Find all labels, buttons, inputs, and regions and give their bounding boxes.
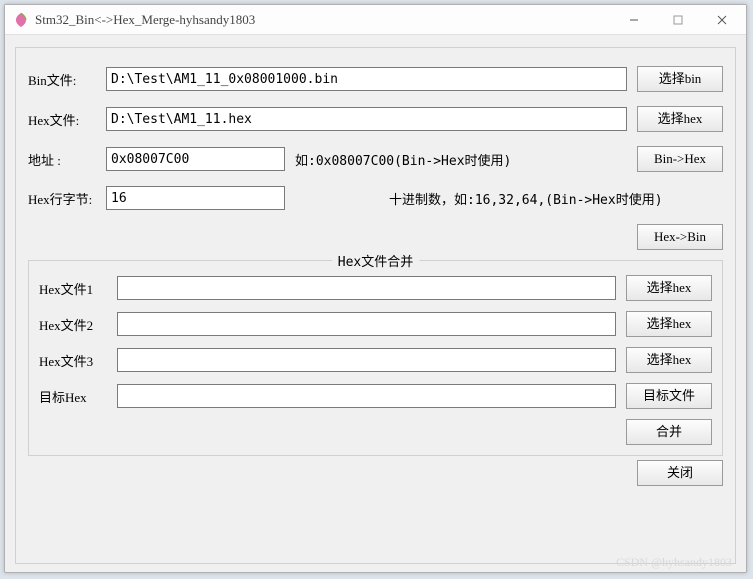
bin-to-hex-button[interactable]: Bin->Hex — [637, 146, 723, 172]
address-label: 地址 : — [28, 150, 106, 169]
target-hex-label: 目标Hex — [39, 387, 117, 406]
group-title: Hex文件合并 — [332, 251, 419, 270]
titlebar: Stm32_Bin<->Hex_Merge-hyhsandy1803 — [5, 5, 746, 35]
hex-to-bin-button[interactable]: Hex->Bin — [637, 224, 723, 250]
hex-file-input[interactable] — [106, 107, 627, 131]
app-icon — [13, 12, 29, 28]
window-controls — [612, 6, 744, 34]
hex-file-label: Hex文件: — [28, 110, 106, 129]
select-hex-button[interactable]: 选择hex — [637, 106, 723, 132]
row-bytes-hint: 十进制数，如:16,32,64,(Bin->Hex时使用) — [389, 189, 663, 208]
close-button[interactable] — [700, 6, 744, 34]
select-bin-button[interactable]: 选择bin — [637, 66, 723, 92]
target-file-button[interactable]: 目标文件 — [626, 383, 712, 409]
merge-button[interactable]: 合并 — [626, 419, 712, 445]
hex-merge-group: Hex文件合并 Hex文件1 选择hex Hex文件2 选择hex Hex文件3… — [28, 260, 723, 456]
minimize-button[interactable] — [612, 6, 656, 34]
hex-file2-label: Hex文件2 — [39, 315, 117, 334]
select-hex2-button[interactable]: 选择hex — [626, 311, 712, 337]
app-window: Stm32_Bin<->Hex_Merge-hyhsandy1803 Bin文件… — [4, 4, 747, 573]
content-panel: Bin文件: 选择bin Hex文件: 选择hex 地址 : 如:0x08007… — [15, 47, 736, 564]
hex-file1-label: Hex文件1 — [39, 279, 117, 298]
hex-file1-input[interactable] — [117, 276, 616, 300]
row-bytes-label: Hex行字节: — [28, 189, 106, 208]
hex-file3-label: Hex文件3 — [39, 351, 117, 370]
address-hint: 如:0x08007C00(Bin->Hex时使用) — [295, 150, 511, 169]
hex-file2-input[interactable] — [117, 312, 616, 336]
select-hex1-button[interactable]: 选择hex — [626, 275, 712, 301]
target-hex-input[interactable] — [117, 384, 616, 408]
row-bytes-input[interactable] — [106, 186, 285, 210]
bin-file-input[interactable] — [106, 67, 627, 91]
select-hex3-button[interactable]: 选择hex — [626, 347, 712, 373]
window-title: Stm32_Bin<->Hex_Merge-hyhsandy1803 — [35, 12, 612, 28]
address-input[interactable] — [106, 147, 285, 171]
maximize-button[interactable] — [656, 6, 700, 34]
hex-file3-input[interactable] — [117, 348, 616, 372]
bin-file-label: Bin文件: — [28, 70, 106, 89]
close-app-button[interactable]: 关闭 — [637, 460, 723, 486]
